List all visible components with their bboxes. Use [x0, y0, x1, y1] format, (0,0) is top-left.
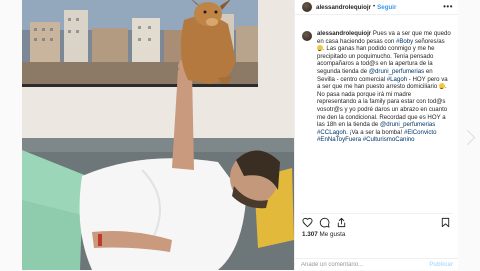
hashtag-link[interactable]: #Lagoh [387, 76, 407, 83]
hashtag-link[interactable]: #EnNaToyFuera [317, 136, 361, 143]
hashtag-link[interactable]: #ElConvicto [404, 129, 437, 136]
post-photo[interactable] [22, 0, 294, 270]
publish-button[interactable]: Publicar [429, 262, 453, 268]
caption-segment: . ¡Va a ser la bomba! [346, 128, 404, 136]
header-username[interactable]: alessandrolequiojr [316, 4, 371, 11]
separator-dot: • [373, 4, 376, 10]
likes-count[interactable]: 1.307 Me gusta [302, 231, 345, 238]
post-photo-illustration [22, 0, 294, 270]
caption-text: alessandrolequiojr Pues va a ser que me … [317, 30, 452, 144]
more-options-icon[interactable]: ••• [443, 2, 453, 11]
post-header: alessandrolequiojr • Seguir ••• [295, 0, 459, 15]
caption-username[interactable]: alessandrolequiojr [317, 30, 371, 37]
comment-icon[interactable] [319, 217, 330, 228]
hashtag-link[interactable]: #CCLagoh [317, 129, 346, 136]
likes-label: Me gusta [319, 231, 346, 238]
avatar[interactable] [302, 2, 312, 12]
bookmark-icon[interactable] [440, 217, 451, 228]
follow-button[interactable]: Seguir [377, 4, 396, 11]
share-icon[interactable] [336, 217, 347, 228]
instagram-post-view: alessandrolequiojr • Seguir ••• alessand… [0, 0, 480, 271]
post-caption: alessandrolequiojr Pues va a ser que me … [302, 30, 452, 144]
heart-icon[interactable] [302, 217, 313, 228]
mention-link[interactable]: @druni_perfumerias [380, 121, 435, 128]
likes-number: 1.307 [302, 231, 318, 238]
comment-bar: Publicar [295, 258, 459, 271]
caption-segment: señores/as [413, 37, 445, 45]
action-bar [301, 213, 453, 230]
mention-link[interactable]: @druni_perfumerias [369, 68, 424, 75]
post-side-panel: alessandrolequiojr • Seguir ••• alessand… [294, 0, 459, 271]
caption-avatar[interactable] [302, 31, 312, 41]
hashtag-link[interactable]: #CulturismoCanino [363, 136, 415, 143]
comment-input[interactable] [301, 259, 411, 271]
hashtag-link[interactable]: #Boby [396, 38, 413, 45]
